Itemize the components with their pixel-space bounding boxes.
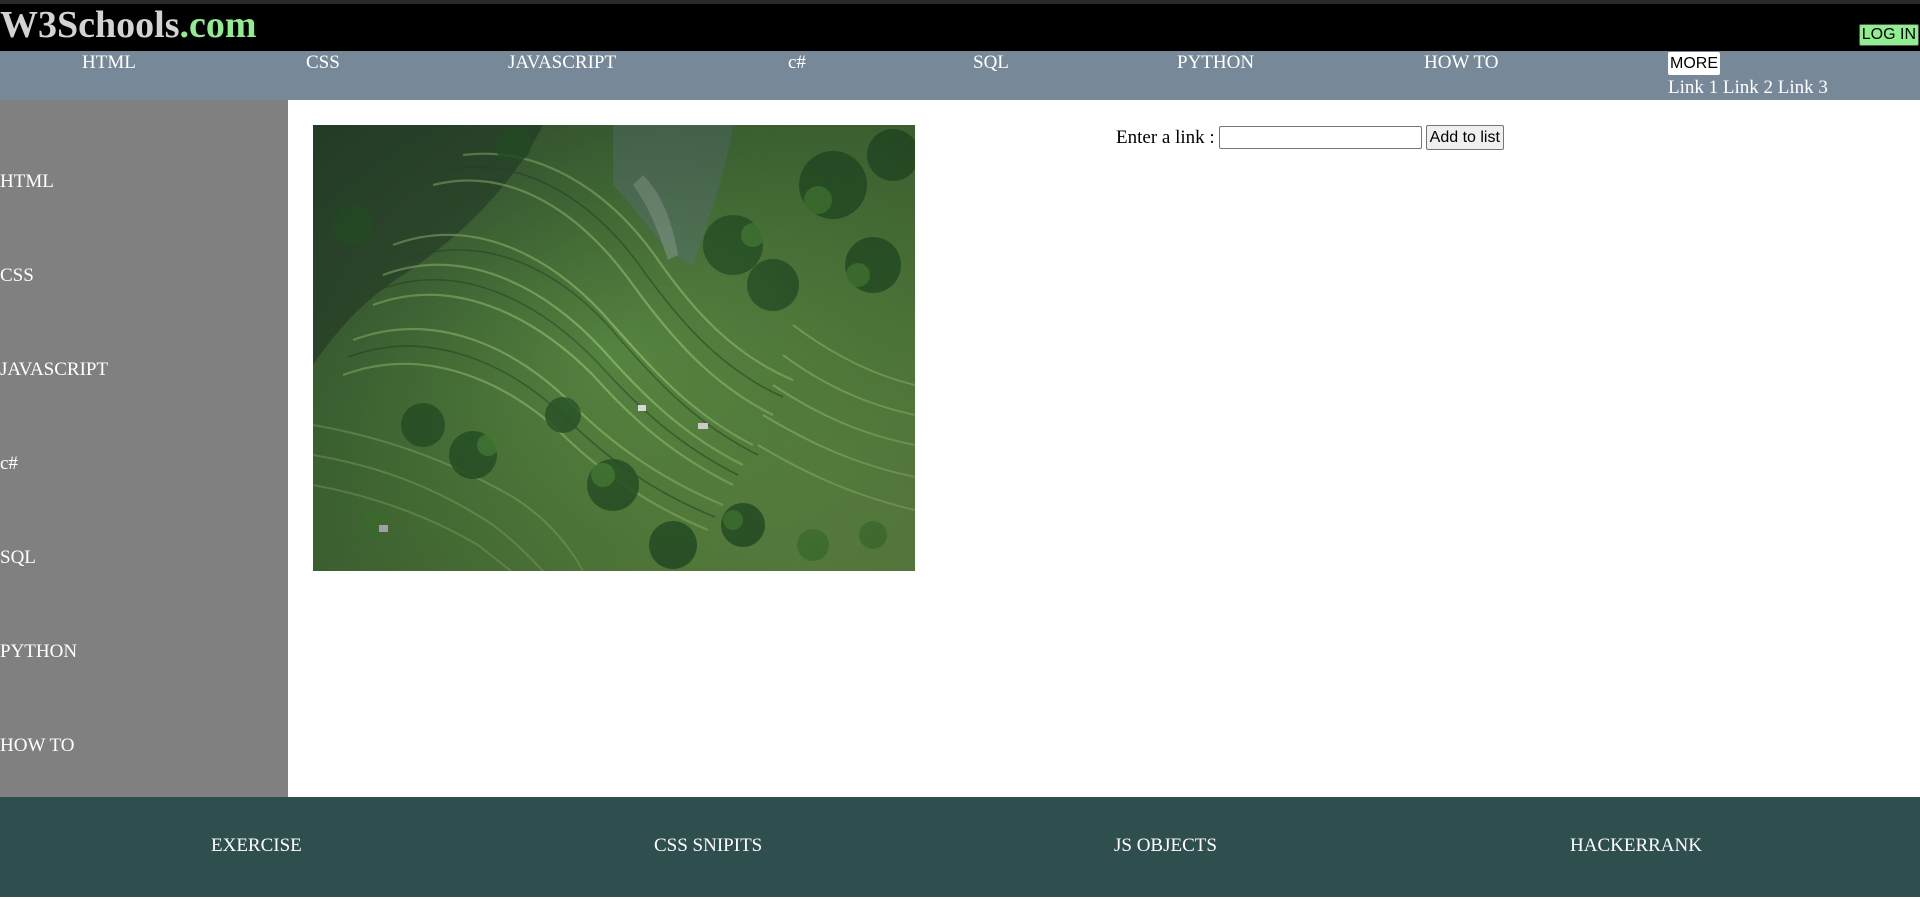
site-logo[interactable]: W3Schools.com: [0, 6, 257, 44]
login-button[interactable]: LOG IN: [1858, 24, 1919, 46]
rice-terrace-image: [313, 125, 915, 571]
more-dropdown-button[interactable]: MORE: [1668, 52, 1720, 75]
topnav-item-how-to[interactable]: HOW TO: [1424, 52, 1498, 74]
link-input-label: Enter a link :: [1116, 126, 1215, 148]
sidebar-item-javascript[interactable]: JAVASCRIPT: [0, 359, 108, 381]
sidebar-item-csharp[interactable]: c#: [0, 453, 18, 475]
footer-item-exercise[interactable]: EXERCISE: [211, 835, 302, 857]
logo-accent-text: .com: [179, 4, 257, 46]
more-dropdown-links: Link 1 Link 2 Link 3: [1668, 77, 1828, 99]
footer-item-hackerrank[interactable]: HACKERRANK: [1570, 835, 1702, 857]
sidebar-item-css[interactable]: CSS: [0, 265, 34, 287]
add-link-form: Enter a link : Add to list: [1116, 124, 1504, 151]
more-link-3[interactable]: Link 3: [1778, 77, 1828, 98]
site-header: W3Schools.com LOG IN: [0, 4, 1920, 51]
more-link-2[interactable]: Link 2: [1723, 77, 1773, 98]
sidebar-item-sql[interactable]: SQL: [0, 547, 36, 569]
logo-main-text: W3Schools: [0, 4, 180, 46]
topnav-item-sql[interactable]: SQL: [973, 52, 1009, 74]
footer-item-js-objects[interactable]: JS OBJECTS: [1114, 835, 1217, 857]
link-input[interactable]: [1218, 126, 1422, 149]
sidebar-item-python[interactable]: PYTHON: [0, 641, 77, 663]
topnav-item-python[interactable]: PYTHON: [1177, 52, 1254, 74]
more-link-1[interactable]: Link 1: [1668, 77, 1718, 98]
sidebar: HTML CSS JAVASCRIPT c# SQL PYTHON HOW TO: [0, 100, 288, 797]
top-navigation: HTML CSS JAVASCRIPT c# SQL PYTHON HOW TO…: [0, 51, 1920, 100]
topnav-item-html[interactable]: HTML: [82, 52, 136, 74]
add-to-list-button[interactable]: Add to list: [1425, 125, 1504, 150]
topnav-item-css[interactable]: CSS: [306, 52, 340, 74]
sidebar-item-how-to[interactable]: HOW TO: [0, 735, 74, 757]
footer-item-css-snipits[interactable]: CSS SNIPITS: [654, 835, 762, 857]
topnav-item-javascript[interactable]: JAVASCRIPT: [508, 52, 616, 74]
topnav-item-csharp[interactable]: c#: [788, 52, 806, 74]
sidebar-item-html[interactable]: HTML: [0, 171, 54, 193]
site-footer: EXERCISE CSS SNIPITS JS OBJECTS HACKERRA…: [0, 797, 1920, 897]
